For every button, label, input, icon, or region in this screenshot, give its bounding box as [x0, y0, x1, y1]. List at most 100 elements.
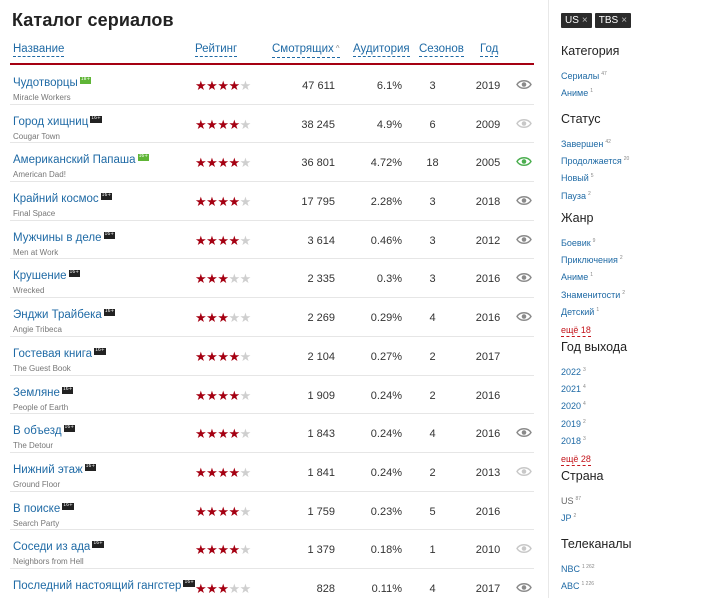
filter-option[interactable]: Боевик 9 [561, 234, 625, 251]
rating-stars: ★★★★★ [195, 389, 251, 402]
filter-option[interactable]: Детский 1 [561, 303, 625, 320]
filter-option[interactable]: NBC 1 262 [561, 560, 632, 577]
watch-eye-icon[interactable] [516, 582, 532, 593]
age-rating-badge: 16+ [62, 502, 74, 510]
release-year: 2018 [475, 196, 501, 209]
views-count: 2 335 [307, 273, 335, 286]
watch-eye-icon[interactable] [516, 272, 532, 283]
watch-eye-icon[interactable] [516, 195, 532, 206]
filter-option-label: NBC [561, 564, 581, 574]
series-title-link[interactable]: Чудотворцы [13, 77, 78, 89]
filter-section: Жанр Боевик 9 Приключения 2 Аниме 1 Знаменитост… [561, 211, 625, 338]
watch-eye-icon[interactable] [516, 427, 532, 438]
filter-option[interactable]: 2022 3 [561, 363, 627, 380]
series-title-link[interactable]: Мужчины в деле [13, 232, 102, 244]
column-year-header[interactable]: Год [480, 42, 499, 57]
star-empty-icon: ★ [239, 503, 252, 519]
watch-eye-icon[interactable] [516, 79, 532, 90]
star-filled-icon: ★ [228, 348, 240, 364]
star-filled-icon: ★ [228, 387, 240, 403]
filter-option-count: 5 [590, 173, 594, 180]
star-filled-icon: ★ [206, 271, 218, 287]
filter-option[interactable]: ABC 1 226 [561, 577, 632, 594]
filter-option[interactable]: Продолжается 20 [561, 152, 629, 169]
star-empty-icon: ★ [239, 580, 252, 596]
column-name-header[interactable]: Название [13, 42, 65, 57]
filter-option[interactable]: Новый 5 [561, 169, 629, 186]
watch-eye-icon[interactable] [516, 234, 532, 245]
series-title-link[interactable]: В объезд [13, 425, 62, 437]
watch-eye-icon[interactable] [516, 466, 532, 477]
filter-option[interactable]: Netflix1 218 [561, 594, 632, 598]
show-more-link[interactable]: ещё 18 [561, 325, 591, 338]
audience-share: 0.24% [370, 389, 402, 402]
star-filled-icon: ★ [206, 155, 218, 171]
age-rating-badge: 16+ [100, 193, 113, 201]
filter-option-label: Сериалы [561, 71, 600, 81]
age-rating-badge: 16+ [84, 463, 97, 471]
seasons-count: 3 [429, 234, 436, 247]
filter-option[interactable]: Приключения 2 [561, 251, 625, 268]
watch-eye-icon[interactable] [516, 156, 532, 167]
filter-option-label: 2021 [561, 384, 582, 395]
star-filled-icon: ★ [228, 232, 240, 248]
series-title-link[interactable]: Нижний этаж [13, 464, 83, 476]
watch-eye-icon[interactable] [516, 311, 532, 322]
series-title-link[interactable]: Соседи из ада [13, 541, 90, 553]
show-more-link[interactable]: ещё 28 [561, 454, 591, 467]
rating-stars: ★★★★★ [195, 311, 251, 324]
star-filled-icon: ★ [228, 78, 240, 93]
filter-option-label: Боевик [561, 238, 591, 248]
release-year: 2016 [475, 273, 501, 286]
series-title-link[interactable]: Земляне [13, 387, 60, 399]
filter-option-label: JP [561, 513, 572, 524]
star-filled-icon: ★ [195, 503, 207, 519]
seasons-count: 18 [426, 157, 439, 170]
series-title-link[interactable]: Крушение [13, 270, 67, 282]
star-filled-icon: ★ [228, 116, 240, 132]
filter-option[interactable]: Аниме 1 [561, 84, 619, 101]
filter-option[interactable]: Пауза 2 [561, 187, 629, 204]
star-filled-icon: ★ [217, 78, 229, 93]
star-empty-icon: ★ [239, 542, 252, 558]
filter-chip[interactable]: US × [561, 13, 592, 28]
filter-option[interactable]: Завершен 42 [561, 135, 629, 152]
filter-option[interactable]: 2019 2 [561, 415, 627, 432]
table-row: В объезд 16+ The Detour ★★★★★ 1 843 0.24%… [10, 414, 534, 453]
column-views-header[interactable]: Смотрящих ^ [272, 42, 340, 58]
series-title-link[interactable]: Последний настоящий гангстер [13, 580, 181, 592]
close-icon[interactable]: × [621, 15, 627, 26]
filter-option[interactable]: 2018 3 [561, 432, 627, 449]
filter-option[interactable]: JP 2 [561, 509, 604, 526]
filter-option[interactable]: US 87 [561, 492, 604, 509]
filter-chip[interactable]: TBS × [594, 13, 632, 28]
filter-option[interactable]: 2021 4 [561, 380, 627, 397]
watch-eye-icon[interactable] [516, 118, 532, 129]
star-filled-icon: ★ [217, 232, 229, 248]
star-filled-icon: ★ [217, 426, 229, 442]
filter-option[interactable]: Сериалы 47 [561, 67, 619, 84]
column-audience-header[interactable]: Аудитория [353, 42, 410, 57]
series-title-link[interactable]: Американский Папаша [13, 154, 136, 166]
star-filled-icon: ★ [195, 78, 207, 93]
series-title-link[interactable]: Крайний космос [13, 193, 99, 205]
series-title-link[interactable]: Энджи Трайбека [13, 309, 102, 321]
filter-section-title: Статус [561, 112, 601, 126]
series-title-link[interactable]: Гостевая книга [13, 348, 92, 360]
release-year: 2013 [475, 466, 501, 479]
filter-option[interactable]: Знаменитости 2 [561, 286, 625, 303]
views-count: 1 841 [307, 466, 335, 479]
age-rating-badge: 16+ [137, 154, 150, 162]
filter-option-count: 1 [590, 88, 593, 95]
series-title-link[interactable]: В поиске [13, 503, 60, 515]
watch-eye-icon[interactable] [516, 543, 532, 554]
rating-stars: ★★★★★ [195, 350, 251, 363]
close-icon[interactable]: × [582, 15, 588, 26]
original-title: Wrecked [13, 286, 45, 296]
filter-section-title: Страна [561, 469, 604, 483]
series-title-link[interactable]: Город хищниц [13, 116, 88, 128]
column-seasons-header[interactable]: Сезонов [419, 42, 464, 57]
column-rating-header[interactable]: Рейтинг [195, 42, 238, 57]
filter-option[interactable]: Аниме 1 [561, 268, 625, 285]
filter-option[interactable]: 2020 4 [561, 397, 627, 414]
